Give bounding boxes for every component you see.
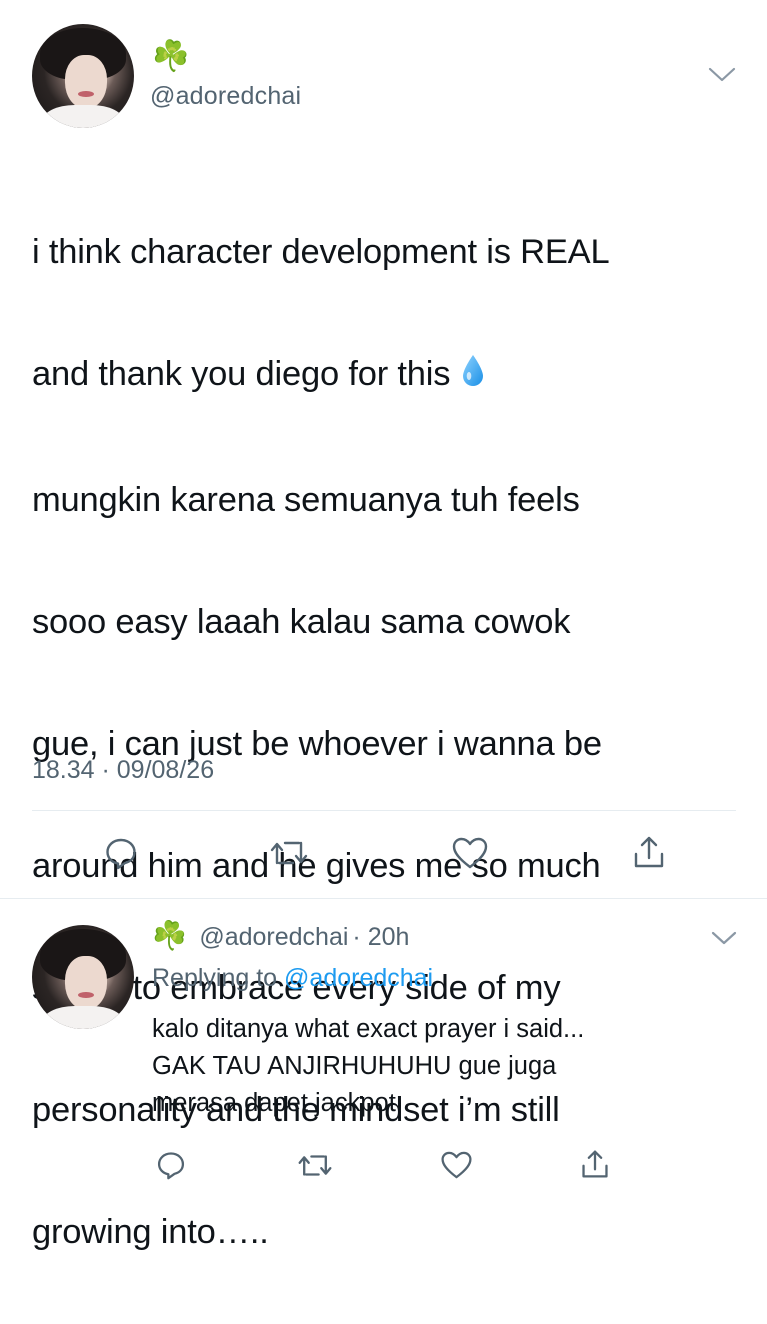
like-icon[interactable] [440,1150,473,1180]
reply-line: GAK TAU ANJIRHUHUHU gue juga [152,1052,557,1080]
tweet-body: i think character development is REAL an… [32,161,742,1324]
reply-icon[interactable] [104,836,138,870]
tweet-line: mungkin karena semuanya tuh feels [32,481,580,519]
avatar-shirt [42,1006,124,1029]
display-name-clover-icon: ☘️ [152,40,190,73]
droplet-icon [460,348,486,409]
like-icon[interactable] [451,836,489,870]
retweet-icon[interactable] [297,1152,333,1179]
avatar-shirt [42,105,124,128]
replying-to-label: Replying to [152,964,278,992]
reply-header: ☘️ @adoredchai · 20h [152,922,409,952]
reply-icon[interactable] [156,1150,186,1180]
reply-handle[interactable]: @adoredchai [199,923,348,951]
section-divider [0,898,767,899]
chevron-down-icon[interactable] [707,66,737,84]
share-icon[interactable] [580,1148,610,1180]
reply-line: merasa dapet jackpot [152,1089,396,1117]
reply-time[interactable]: · 20h [352,923,409,951]
reply-avatar[interactable] [32,925,134,1029]
display-name-clover-icon: ☘️ [152,920,187,951]
retweet-icon[interactable] [269,838,309,868]
reply-line: kalo ditanya what exact prayer i said... [152,1015,585,1043]
reply-body: kalo ditanya what exact prayer i said...… [152,1011,742,1122]
main-avatar[interactable] [32,24,134,128]
divider [32,810,736,811]
tweet-line: growing into….. [32,1213,269,1251]
share-icon[interactable] [632,834,666,870]
avatar-lips [77,90,95,97]
tweet-line: and thank you diego for this [32,344,742,409]
replying-to-handle[interactable]: @adoredchai [284,964,433,992]
replying-to: Replying to @adoredchai [152,964,433,993]
tweet-line: i think character development is REAL [32,233,610,271]
avatar-lips [77,991,95,998]
avatar-face [64,55,108,110]
tweet-timestamp[interactable]: 18.34 · 09/08/26 [32,756,214,785]
tweet-line: sooo easy laaah kalau sama cowok [32,603,571,641]
chevron-down-icon[interactable] [710,930,738,946]
avatar-face [64,956,108,1011]
main-handle[interactable]: @adoredchai [150,82,301,111]
